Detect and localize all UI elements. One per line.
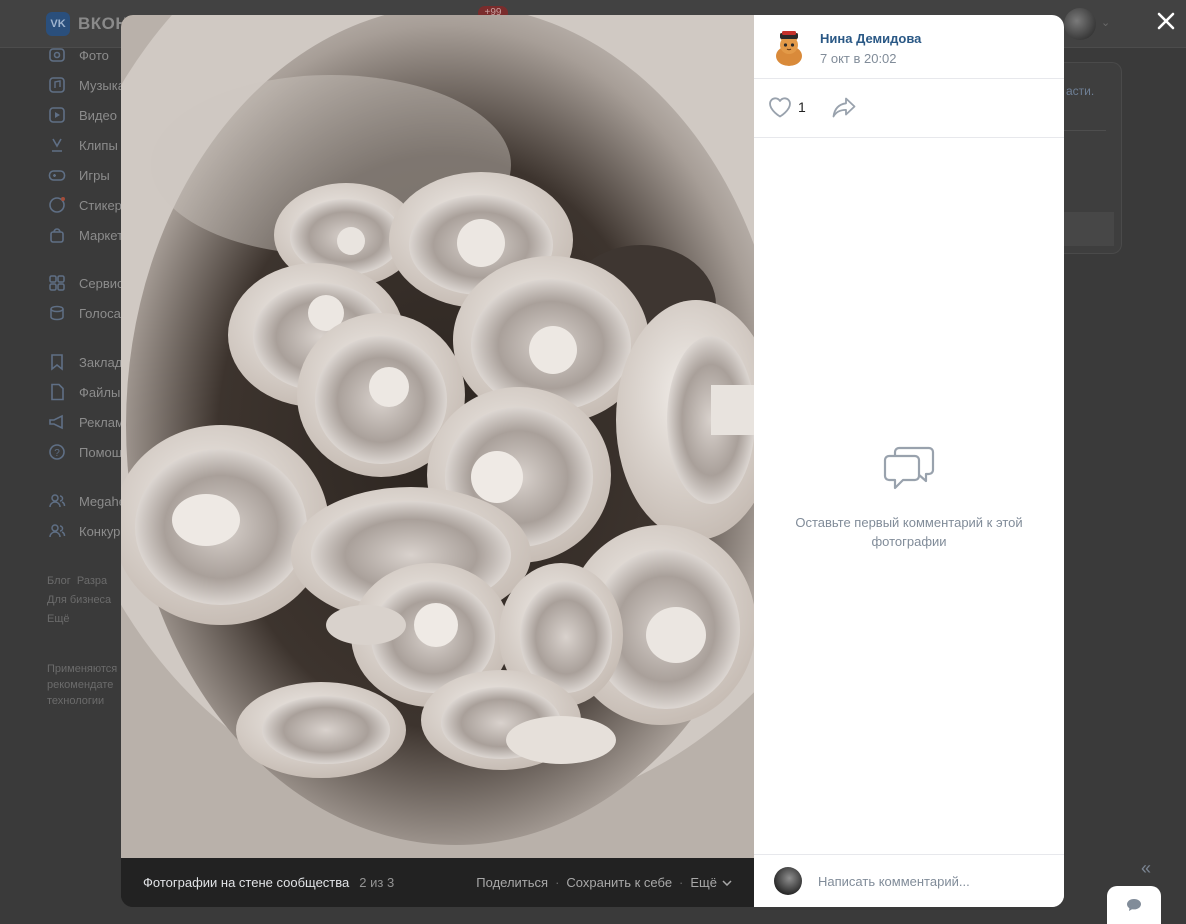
photo-icon — [48, 46, 66, 64]
sidebar-item-label: Реклам — [79, 414, 124, 430]
sidebar-item-label: Помощ — [79, 444, 123, 460]
like-count: 1 — [798, 99, 806, 115]
post-header: Нина Демидова 7 окт в 20:02 — [754, 15, 1064, 79]
collapse-icon[interactable]: « — [1141, 858, 1151, 879]
photo[interactable] — [121, 15, 754, 858]
comment-input[interactable] — [810, 865, 1050, 897]
clips-icon — [48, 136, 66, 154]
files-icon — [48, 383, 66, 401]
footer-link-business: Для бизнеса — [47, 594, 112, 606]
footer-note-line: рекомендате — [47, 679, 114, 691]
divider — [1062, 130, 1106, 131]
current-user-avatar — [774, 867, 802, 895]
services-icon — [48, 274, 66, 292]
author-avatar[interactable] — [770, 28, 808, 66]
photo-counter: 2 из 3 — [359, 875, 395, 890]
sidebar-item-label: Конкур — [79, 523, 121, 539]
sidebar-item-market: Маркет — [48, 224, 123, 246]
sidebar-item-label: Видео — [79, 107, 117, 123]
share-button[interactable] — [831, 96, 857, 121]
background-card-text: асти. — [1066, 84, 1095, 98]
sidebar-item-label: Megahe — [79, 493, 126, 509]
footer-link-blog: Блог Разра — [47, 575, 108, 587]
separator-dot: · — [679, 875, 684, 890]
footer-note-line: Применяются — [47, 663, 118, 675]
author-name-link[interactable]: Нина Демидова — [820, 31, 921, 46]
mushrooms-photo — [121, 15, 754, 858]
chevron-down-icon — [722, 879, 732, 886]
sidebar-item-votes: Голоса — [48, 302, 121, 324]
sidebar-item-label: Голоса — [79, 305, 121, 321]
profile-avatar — [1064, 8, 1096, 40]
more-menu-button[interactable]: Ещё — [690, 875, 732, 890]
comment-composer — [754, 854, 1064, 907]
separator-dot: · — [555, 875, 560, 890]
footer-link-more: Ещё — [47, 613, 70, 625]
more-label: Ещё — [690, 875, 717, 890]
music-icon — [48, 76, 66, 94]
comments-empty-state: Оставьте первый комментарий к этой фотог… — [754, 443, 1064, 551]
photo-footer: Фотографии на стене сообщества 2 из 3 По… — [121, 858, 754, 907]
sidebar-item-label: Игры — [79, 167, 110, 183]
votes-icon — [48, 304, 66, 322]
video-icon — [48, 106, 66, 124]
ads-icon — [48, 413, 66, 431]
like-button[interactable]: 1 — [768, 96, 806, 118]
help-icon: ? — [48, 443, 66, 461]
share-link[interactable]: Поделиться — [476, 875, 548, 890]
chevron-down-icon: ⌄ — [1101, 17, 1111, 29]
heart-icon — [769, 97, 791, 118]
sidebar-item-stickers: Стикер — [48, 194, 122, 216]
post-date[interactable]: 7 окт в 20:02 — [820, 51, 897, 66]
sidebar-item-games: Игры — [48, 164, 110, 186]
bookmarks-icon — [48, 353, 66, 371]
background-card-button — [1062, 212, 1114, 246]
chat-icon — [1127, 899, 1141, 911]
comments-icon — [883, 446, 935, 490]
share-arrow-icon — [832, 97, 856, 118]
empty-comments-text: Оставьте первый комментарий к этой фотог… — [795, 515, 1023, 549]
sidebar-item-video: Видео — [48, 104, 117, 126]
sidebar-item-clips: Клипы — [48, 134, 118, 156]
sidebar-item-label: Музыка — [79, 77, 125, 93]
sidebar-item-label: Сервис — [79, 275, 124, 291]
svg-text:?: ? — [54, 448, 60, 459]
chat-button[interactable] — [1107, 886, 1161, 924]
sidebar-item-label: Файлы — [79, 384, 121, 400]
sidebar-item-help: ? Помощ — [48, 441, 122, 463]
save-to-profile-link[interactable]: Сохранить к себе — [566, 875, 672, 890]
post-actions: 1 — [754, 79, 1064, 138]
sidebar-item-files: Файлы — [48, 381, 120, 403]
sidebar-item-ads: Реклам — [48, 411, 124, 433]
close-viewer-button[interactable] — [1153, 8, 1179, 34]
cat-avatar-icon — [770, 28, 808, 66]
market-icon — [48, 226, 66, 244]
sidebar-item-label: Маркет — [79, 227, 124, 243]
sidebar-item-group-1: Megahe — [48, 490, 126, 512]
vk-logo: VK — [46, 12, 70, 36]
sidebar-item-label: Заклад — [79, 354, 123, 370]
sidebar-item-photos: Фото — [48, 44, 109, 66]
group-icon — [48, 492, 66, 510]
footer-note-line: технологии — [47, 695, 105, 707]
stickers-icon — [48, 196, 66, 214]
sidebar-item-label: Стикер — [79, 197, 122, 213]
group-icon — [48, 522, 66, 540]
photo-viewer: Фотографии на стене сообщества 2 из 3 По… — [121, 15, 1064, 907]
sidebar-item-group-2: Конкур — [48, 520, 120, 542]
album-title[interactable]: Фотографии на стене сообщества — [143, 875, 349, 890]
sidebar-item-label: Клипы — [79, 137, 118, 153]
sidebar-item-music: Музыка — [48, 74, 125, 96]
photo-side-panel: Нина Демидова 7 окт в 20:02 1 Оставьте п… — [754, 15, 1064, 907]
sidebar-item-services: Сервис — [48, 272, 124, 294]
sidebar-item-label: Фото — [79, 47, 109, 63]
photo-actions: Поделиться · Сохранить к себе · Ещё — [476, 875, 732, 890]
games-icon — [48, 166, 66, 184]
sidebar-item-bookmarks: Заклад — [48, 351, 122, 373]
close-icon — [1157, 12, 1175, 30]
